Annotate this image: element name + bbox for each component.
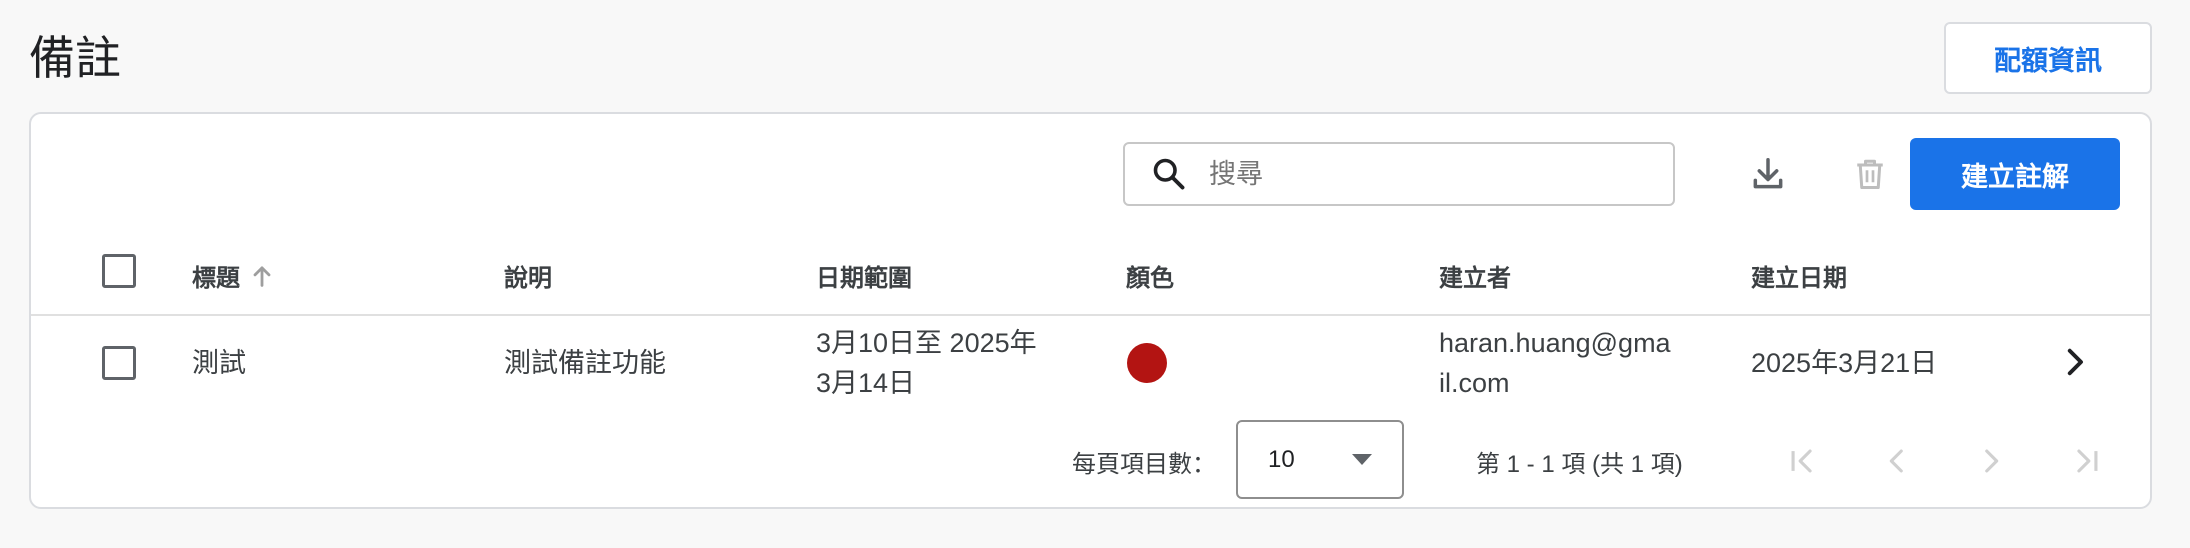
row-creator-line-2: il.com	[1439, 368, 1510, 398]
row-creator-line-1: haran.huang@gma	[1439, 328, 1671, 358]
next-page-button[interactable]	[1971, 441, 2011, 481]
pagination-range: 第 1 - 1 項 (共 1 項)	[1476, 451, 1683, 478]
row-title: 測試	[192, 348, 246, 378]
create-annotation-button[interactable]: 建立註解	[1910, 138, 2120, 210]
search-icon	[1153, 158, 1185, 190]
column-header-title-label: 標題	[192, 265, 240, 292]
select-all-checkbox[interactable]	[102, 254, 136, 288]
trash-icon	[1857, 159, 1883, 189]
row-date-range: 3月10日至 2025年 3月14日	[816, 323, 1037, 403]
search-input[interactable]	[1209, 158, 1649, 190]
last-page-icon	[2077, 449, 2098, 473]
chevron-left-icon	[1889, 449, 1903, 473]
page-size-value: 10	[1268, 445, 1295, 473]
header-divider	[31, 314, 2150, 316]
column-header-title[interactable]: 標題	[192, 258, 276, 293]
chevron-right-icon[interactable]	[2057, 344, 2093, 380]
last-page-button[interactable]	[2066, 441, 2106, 481]
download-icon	[1753, 158, 1783, 189]
delete-button[interactable]	[1842, 146, 1898, 202]
notes-card: 建立註解 標題 說明 日期範圍 顏色 建立者 建立日期 測試 測試備註功能 3月…	[29, 112, 2152, 509]
column-header-date-range[interactable]: 日期範圍	[816, 258, 912, 293]
column-header-creator[interactable]: 建立者	[1439, 258, 1511, 293]
sort-ascending-icon	[253, 265, 271, 287]
column-header-color[interactable]: 顏色	[1126, 258, 1174, 293]
row-description: 測試備註功能	[504, 348, 666, 378]
page-title: 備註	[29, 32, 121, 84]
row-created-date: 2025年3月21日	[1751, 348, 1938, 378]
row-date-range-line-1: 3月10日至 2025年	[816, 328, 1037, 358]
row-creator: haran.huang@gma il.com	[1439, 323, 1671, 403]
download-button[interactable]	[1740, 146, 1796, 202]
page-size-select[interactable]: 10	[1236, 420, 1404, 499]
row-color-swatch	[1127, 343, 1167, 383]
dropdown-arrow-icon	[1352, 453, 1372, 465]
page-size-label: 每頁項目數：	[1072, 451, 1216, 478]
first-page-button[interactable]	[1783, 441, 1823, 481]
previous-page-button[interactable]	[1877, 441, 1917, 481]
quota-info-button[interactable]: 配額資訊	[1944, 22, 2152, 94]
chevron-right-icon	[1985, 449, 1999, 473]
column-header-description[interactable]: 說明	[504, 258, 552, 293]
row-checkbox[interactable]	[102, 346, 136, 380]
row-date-range-line-2: 3月14日	[816, 368, 916, 398]
search-field[interactable]	[1123, 142, 1675, 206]
first-page-icon	[1791, 449, 1812, 473]
column-header-created-date[interactable]: 建立日期	[1751, 258, 1847, 293]
